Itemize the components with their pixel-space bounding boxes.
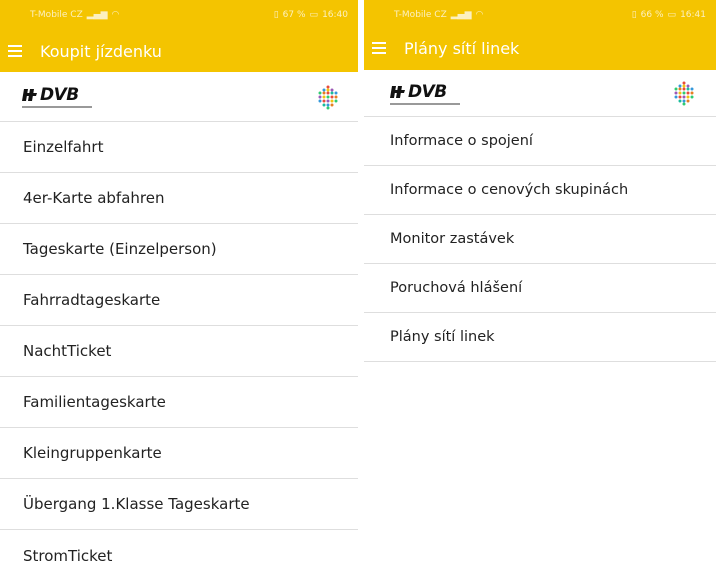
dvb-logo-tagline: [22, 106, 92, 108]
clock: 16:40: [322, 10, 348, 20]
dvb-emblem-icon: [390, 85, 405, 98]
carrier-label: T-Mobile CZ: [394, 10, 447, 20]
signal-icon: ▂▄▆: [86, 10, 108, 20]
brand-row: DVB: [364, 70, 716, 117]
list-item[interactable]: Einzelfahrt: [0, 122, 358, 173]
battery-percent: 66 %: [640, 10, 664, 20]
screen-network-maps: T-Mobile CZ ▂▄▆ ◠ ▯ 66 % ▭ 16:41 Plány s…: [364, 0, 716, 583]
list-item[interactable]: Übergang 1.Klasse Tageskarte: [0, 479, 358, 530]
clock: 16:41: [680, 10, 706, 20]
status-bar: T-Mobile CZ ▂▄▆ ◠ ▯ 67 % ▭ 16:40: [0, 0, 358, 30]
signal-icon: ▂▄▆: [450, 10, 472, 20]
battery-icon: ▭: [667, 10, 677, 20]
list-item[interactable]: Informace o cenových skupinách: [364, 166, 716, 215]
info-menu-list: Informace o spojení Informace o cenových…: [364, 117, 716, 362]
dvb-logo-text: DVB: [408, 81, 447, 102]
hamburger-icon[interactable]: [8, 44, 22, 58]
list-item[interactable]: Poruchová hlášení: [364, 264, 716, 313]
list-item[interactable]: Fahrradtageskarte: [0, 275, 358, 326]
list-item[interactable]: StromTicket: [0, 530, 358, 581]
dvb-logo-tagline: [390, 102, 460, 105]
list-item[interactable]: Plány sítí linek: [364, 313, 716, 362]
page-title: Koupit jízdenku: [40, 41, 162, 61]
app-bar: Koupit jízdenku: [0, 30, 358, 72]
battery-percent: 67 %: [282, 10, 306, 20]
carrier-label: T-Mobile CZ: [30, 10, 83, 20]
list-item[interactable]: Informace o spojení: [364, 117, 716, 166]
dvb-logo-text: DVB: [40, 85, 79, 105]
dvb-dots-icon: [674, 81, 694, 106]
list-item[interactable]: Tageskarte (Einzelperson): [0, 224, 358, 275]
wifi-icon: ◠: [111, 10, 120, 20]
hamburger-icon[interactable]: [372, 41, 386, 55]
brand-row: DVB: [0, 72, 358, 122]
app-bar: Plány sítí linek: [364, 26, 716, 70]
dvb-logo: DVB: [390, 82, 460, 105]
dvb-logo: DVB: [22, 85, 92, 108]
list-item[interactable]: Familientageskarte: [0, 377, 358, 428]
list-item[interactable]: Monitor zastávek: [364, 215, 716, 264]
vibrate-icon: ▯: [631, 10, 637, 20]
page-title: Plány sítí linek: [404, 38, 520, 58]
dvb-emblem-icon: [22, 89, 37, 101]
ticket-list: Einzelfahrt 4er-Karte abfahren Tageskart…: [0, 122, 358, 581]
list-item[interactable]: 4er-Karte abfahren: [0, 173, 358, 224]
list-item[interactable]: NachtTicket: [0, 326, 358, 377]
dvb-dots-icon: [318, 85, 338, 109]
list-item[interactable]: Kleingruppenkarte: [0, 428, 358, 479]
screen-buy-ticket: T-Mobile CZ ▂▄▆ ◠ ▯ 67 % ▭ 16:40 Koupit …: [0, 0, 358, 583]
wifi-icon: ◠: [475, 10, 484, 20]
vibrate-icon: ▯: [273, 10, 279, 20]
battery-icon: ▭: [309, 10, 319, 20]
app-comparison: T-Mobile CZ ▂▄▆ ◠ ▯ 67 % ▭ 16:40 Koupit …: [0, 0, 716, 583]
